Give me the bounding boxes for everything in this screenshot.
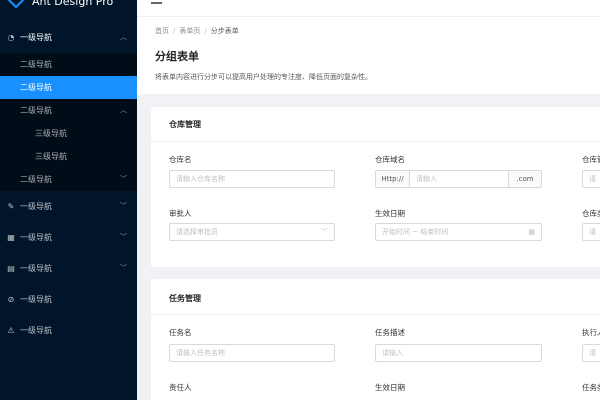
page-title: 分组表单 — [155, 50, 199, 63]
chevron-down-icon: ﹀ — [120, 264, 127, 272]
chevron-up-icon: ︿ — [120, 106, 127, 114]
breadcrumb: 首页 / 表单页 / 分步表单 — [155, 27, 239, 35]
sidebar: Ant Design Pro ◔ 一级导航 ︿ 二级导航 二级导航 二级导航 ︿… — [0, 0, 137, 400]
executor-select[interactable]: 请 — [582, 344, 600, 362]
page-description: 将表单内容进行分步可以提高用户处理的专注度、降低页面的复杂性。 — [155, 73, 372, 81]
sidebar-item-nav-3a[interactable]: 三级导航 — [0, 122, 137, 145]
sidebar-item-nav-exception[interactable]: ⚠ 一级导航 — [0, 315, 137, 346]
breadcrumb-forms[interactable]: 表单页 — [179, 27, 200, 35]
warning-icon: ⚠ — [7, 326, 15, 335]
warehouse-type-label: 仓库类 — [582, 209, 600, 218]
sidebar-item-nav-table[interactable]: ▦ 一级导航 ﹀ — [0, 222, 137, 253]
menu-fold-icon[interactable] — [151, 2, 162, 4]
warehouse-domain-label: 仓库域名 — [375, 155, 405, 164]
warehouse-admin-label: 仓库管 — [582, 155, 600, 164]
logo-icon — [7, 0, 25, 9]
breadcrumb-current: 分步表单 — [210, 27, 239, 35]
date-range-placeholder: 开始时间 ~ 结束时间 — [382, 228, 449, 236]
card-title: 任务管理 — [169, 294, 201, 303]
logo-bar[interactable]: Ant Design Pro — [0, 0, 137, 15]
effective-date-label: 生效日期 — [375, 209, 405, 218]
breadcrumb-home[interactable]: 首页 — [155, 27, 169, 35]
approver-placeholder: 请选择审批员 — [176, 228, 218, 236]
sidebar-item-nav-1[interactable]: ◔ 一级导航 ︿ — [0, 22, 137, 53]
sidebar-submenu: 二级导航 二级导航 二级导航 ︿ 三级导航 三级导航 二级导航 ﹀ — [0, 53, 137, 191]
task-name-label: 任务名 — [169, 328, 192, 337]
sidebar-item-nav-2b[interactable]: 二级导航 — [0, 76, 137, 99]
calendar-icon: ▦ — [528, 228, 535, 236]
check-circle-icon: ⊘ — [7, 295, 15, 304]
domain-suffix: .com — [508, 170, 542, 188]
task-date-label: 生效日期 — [375, 383, 405, 392]
task-card: 任务管理 任务名 请输入任务名称 任务描述 请输入 执行人 请 责任人 生效日期… — [151, 279, 600, 400]
approver-select[interactable]: 请选择审批员 ﹀ — [169, 223, 335, 241]
top-header — [137, 0, 600, 17]
warehouse-name-input[interactable]: 请输入仓库名称 — [169, 170, 335, 188]
sidebar-item-nav-2d[interactable]: 二级导航 ﹀ — [0, 168, 137, 191]
page-header: 首页 / 表单页 / 分步表单 分组表单 将表单内容进行分步可以提高用户处理的专注度、降… — [137, 17, 600, 94]
sidebar-item-nav-result[interactable]: ⊘ 一级导航 — [0, 284, 137, 315]
warehouse-card: 仓库管理 仓库名 请输入仓库名称 仓库域名 Http:// 请输入 .com 仓… — [151, 107, 600, 267]
task-description-input[interactable]: 请输入 — [375, 344, 542, 362]
owner-label: 责任人 — [169, 383, 192, 392]
task-description-label: 任务描述 — [375, 328, 405, 337]
sidebar-menu: ◔ 一级导航 ︿ 二级导航 二级导航 二级导航 ︿ 三级导航 三级导航 二级导航 — [0, 22, 137, 346]
warehouse-name-label: 仓库名 — [169, 155, 192, 164]
warehouse-admin-input[interactable]: 请 — [582, 170, 600, 188]
sidebar-item-nav-profile[interactable]: ▤ 一级导航 ﹀ — [0, 253, 137, 284]
table-icon: ▦ — [7, 233, 15, 242]
app-title: Ant Design Pro — [32, 0, 114, 8]
warehouse-domain-input[interactable]: 请输入 — [409, 170, 509, 188]
domain-prefix: Http:// — [375, 170, 410, 188]
task-type-label: 任务类 — [582, 383, 600, 392]
card-divider — [151, 141, 600, 142]
sidebar-item-nav-3b[interactable]: 三级导航 — [0, 145, 137, 168]
chevron-up-icon: ︿ — [120, 33, 127, 41]
chevron-down-icon: ﹀ — [321, 228, 328, 236]
sidebar-item-nav-2a[interactable]: 二级导航 — [0, 53, 137, 76]
executor-label: 执行人 — [582, 328, 600, 337]
chevron-down-icon: ﹀ — [120, 175, 127, 183]
profile-icon: ▤ — [7, 264, 15, 273]
chevron-down-icon: ﹀ — [120, 233, 127, 241]
approver-label: 审批人 — [169, 209, 192, 218]
card-divider — [151, 314, 600, 315]
chevron-down-icon: ﹀ — [120, 202, 127, 210]
sidebar-item-nav-2c[interactable]: 二级导航 ︿ — [0, 99, 137, 122]
sidebar-item-nav-edit[interactable]: ✎ 一级导航 ﹀ — [0, 191, 137, 222]
card-title: 仓库管理 — [169, 120, 201, 129]
edit-icon: ✎ — [7, 202, 15, 211]
task-name-input[interactable]: 请输入任务名称 — [169, 344, 335, 362]
effective-date-range-picker[interactable]: 开始时间 ~ 结束时间 ▦ — [375, 223, 542, 241]
warehouse-type-select[interactable]: 请 — [582, 223, 600, 241]
dashboard-icon: ◔ — [7, 33, 15, 42]
